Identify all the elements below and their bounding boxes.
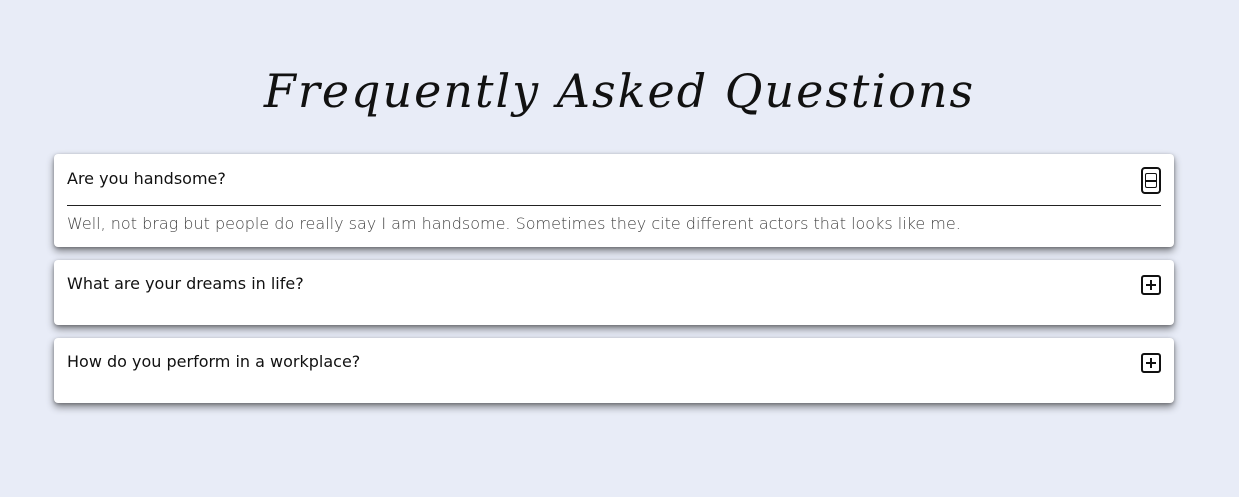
minus-bar [1146,179,1156,182]
faq-item-workplace[interactable]: How do you perform in a workplace? [54,338,1174,403]
faq-list: Are you handsome? Well, not brag but peo… [54,154,1174,416]
page-title: Frequently Asked Questions [263,64,976,118]
faq-answer: Well, not brag but people do really say … [67,214,961,233]
plus-square-icon[interactable] [1141,275,1161,295]
minus-square-icon[interactable] [1141,167,1161,194]
faq-question[interactable]: How do you perform in a workplace? [67,352,360,372]
faq-question[interactable]: What are your dreams in life? [67,274,304,294]
faq-divider [67,205,1161,206]
faq-item-dreams[interactable]: What are your dreams in life? [54,260,1174,325]
plus-square-icon[interactable] [1141,353,1161,373]
faq-question[interactable]: Are you handsome? [67,169,226,189]
plus-bar-vertical [1150,358,1152,368]
plus-bar-vertical [1150,280,1152,290]
faq-item-handsome[interactable]: Are you handsome? Well, not brag but peo… [54,154,1174,247]
